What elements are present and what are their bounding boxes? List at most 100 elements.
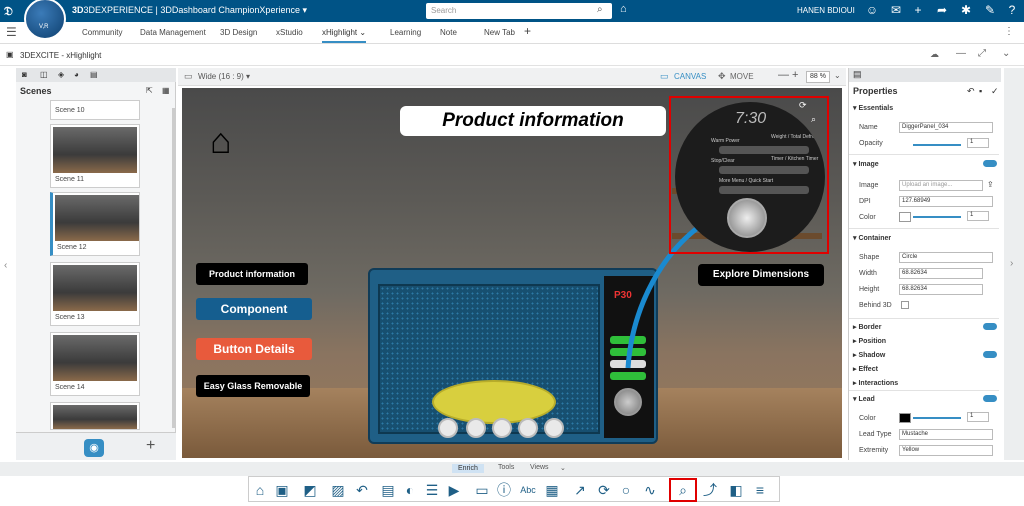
ds-logo-icon[interactable]: 𝔇 <box>4 4 13 19</box>
grid-view-icon[interactable]: ▦ <box>162 86 170 95</box>
search-input[interactable]: Search <box>426 3 612 19</box>
tool-circle-button[interactable] <box>518 418 538 438</box>
brush-icon[interactable]: ✓ <box>991 86 999 97</box>
arrow-tool-icon[interactable]: ↗ <box>571 481 589 499</box>
insert-3d-icon[interactable]: ◩ <box>301 481 319 499</box>
lead-color-slider[interactable] <box>913 417 961 419</box>
capture-scene-button[interactable]: ◉ <box>84 439 104 457</box>
zoom-level-input[interactable]: 88 % <box>806 71 830 83</box>
avatar[interactable]: ☺ <box>864 3 880 17</box>
info-tool-icon[interactable]: ⓘ <box>495 481 513 499</box>
undo-icon[interactable]: ↶ <box>967 86 975 97</box>
scene-tool-icon[interactable]: ◐ <box>401 481 419 499</box>
image-toggle[interactable] <box>983 160 997 167</box>
tab-enrich[interactable]: Enrich <box>452 464 484 473</box>
scenes-scrollbar[interactable] <box>172 108 175 428</box>
network-icon[interactable]: ✱ <box>958 3 974 17</box>
save-icon[interactable]: ▪ <box>979 86 982 96</box>
effect-section[interactable]: ▸ Effect <box>853 365 878 373</box>
essentials-section[interactable]: ▾ Essentials <box>853 104 893 112</box>
image-color-slider[interactable] <box>913 216 961 218</box>
scene-thumbnail[interactable] <box>50 402 140 430</box>
right-expand-icon[interactable]: › <box>1010 258 1013 269</box>
fullscreen-icon[interactable]: ⤢ <box>978 48 986 59</box>
zoom-out-button[interactable]: — <box>778 69 789 81</box>
lead-color-swatch[interactable] <box>899 413 911 423</box>
camera-tab-icon[interactable]: ◙ <box>22 70 27 79</box>
layers-tab-icon[interactable]: ◫ <box>40 70 48 79</box>
lead-section[interactable]: ▾ Lead <box>853 395 875 403</box>
shadow-toggle[interactable] <box>983 351 997 358</box>
platform-brand[interactable]: 3D3DEXPERIENCE | 3DDashboard ChampionXpe… <box>72 5 307 16</box>
easy-glass-removable-button[interactable]: Easy Glass Removable <box>196 375 310 397</box>
rotate-handle-icon[interactable]: ⟳ <box>799 100 807 111</box>
align-tool-icon[interactable]: ≡ <box>751 481 769 499</box>
tab-xhighlight[interactable]: xHighlight ⌄ <box>322 28 367 43</box>
cloud-icon[interactable]: ☁ <box>930 49 939 60</box>
save-tool-icon[interactable]: ▣ <box>273 481 291 499</box>
properties-tab-icon[interactable]: ▤ <box>853 69 862 80</box>
add-scene-button[interactable]: + <box>146 437 155 455</box>
scene-thumbnail[interactable]: Scene 10 <box>50 100 140 120</box>
tool-circle-button[interactable] <box>492 418 512 438</box>
lead-tool-icon[interactable]: ⤴ <box>701 481 719 499</box>
collapse-icon[interactable]: ⌄ <box>1002 48 1010 59</box>
pointer-icon[interactable]: ⇱ <box>146 86 153 95</box>
interactions-section[interactable]: ▸ Interactions <box>853 379 898 387</box>
tool-circle-button[interactable] <box>544 418 564 438</box>
compass-icon[interactable]: V,R <box>24 0 66 40</box>
behind-3d-checkbox[interactable] <box>901 301 909 309</box>
tools-icon[interactable]: ✎ <box>982 3 998 17</box>
scene-thumbnail[interactable]: Scene 14 <box>50 332 140 396</box>
chevron-down-icon[interactable]: ⌄ <box>560 464 566 472</box>
home-tool-icon[interactable]: ⌂ <box>251 481 269 499</box>
tab-new-tab[interactable]: New Tab <box>484 28 515 37</box>
undo-tool-icon[interactable]: ↶ <box>353 481 371 499</box>
scene-canvas[interactable]: ⌂ Product information Product informatio… <box>182 88 842 458</box>
opacity-stepper[interactable]: 1 <box>967 138 989 148</box>
objects-tab-icon[interactable]: ◈ <box>58 70 64 79</box>
product-information-title[interactable]: Product information <box>400 106 666 136</box>
position-section[interactable]: ▸ Position <box>853 337 886 345</box>
media-tool-icon[interactable]: ▦ <box>543 481 561 499</box>
zoom-handle-icon[interactable]: ⌕ <box>811 114 816 125</box>
user-name[interactable]: HANEN BDIOUI <box>797 6 855 15</box>
zoom-dropdown-icon[interactable]: ⌄ <box>834 71 841 80</box>
zoom-in-button[interactable]: + <box>792 69 798 81</box>
shape-select[interactable]: Circle <box>899 252 993 263</box>
tab-3d-design[interactable]: 3D Design <box>220 28 257 37</box>
border-section[interactable]: ▸ Border <box>853 323 881 331</box>
play-tool-icon[interactable]: ▶ <box>445 481 463 499</box>
tool-circle-button[interactable] <box>438 418 458 438</box>
tab-views[interactable]: Views <box>530 464 549 471</box>
scene-thumbnail[interactable]: Scene 13 <box>50 262 140 326</box>
tab-data-management[interactable]: Data Management <box>140 28 206 37</box>
help-icon[interactable]: ? <box>1004 3 1020 17</box>
opacity-slider[interactable] <box>913 144 961 146</box>
image-section[interactable]: ▾ Image <box>853 160 879 168</box>
minimize-icon[interactable]: — <box>956 48 966 59</box>
height-field[interactable]: 68.82634 <box>899 284 983 295</box>
upload-icon[interactable]: ⇪ <box>987 180 994 189</box>
tool-circle-button[interactable] <box>466 418 486 438</box>
media-tab-icon[interactable]: ▤ <box>90 70 98 79</box>
aspect-ratio-select[interactable]: Wide (16 : 9) ▾ <box>198 72 250 81</box>
add-tab-icon[interactable]: + <box>524 24 531 38</box>
canvas-mode-button[interactable]: CANVAS <box>674 72 706 81</box>
image-tool-icon[interactable]: ▨ <box>329 481 347 499</box>
image-upload-field[interactable]: Upload an image... <box>899 180 983 191</box>
lead-type-select[interactable]: Mustache <box>899 429 993 440</box>
screen-tool-icon[interactable]: ▭ <box>473 481 491 499</box>
layout-tool-icon[interactable]: ▤ <box>379 481 397 499</box>
lead-toggle[interactable] <box>983 395 997 402</box>
tab-note[interactable]: Note <box>440 28 457 37</box>
container-section[interactable]: ▾ Container <box>853 234 891 242</box>
list-tool-icon[interactable]: ☰ <box>423 481 441 499</box>
more-icon[interactable]: ⋮ <box>1004 26 1014 37</box>
name-field[interactable]: DiggerPanel_034 <box>899 122 993 133</box>
button-details-button[interactable]: Button Details <box>196 338 312 360</box>
tab-tools[interactable]: Tools <box>498 464 514 471</box>
image-color-swatch[interactable] <box>899 212 911 222</box>
lead-color-stepper[interactable]: 1 <box>967 412 989 422</box>
materials-tab-icon[interactable]: ◕ <box>74 70 79 79</box>
